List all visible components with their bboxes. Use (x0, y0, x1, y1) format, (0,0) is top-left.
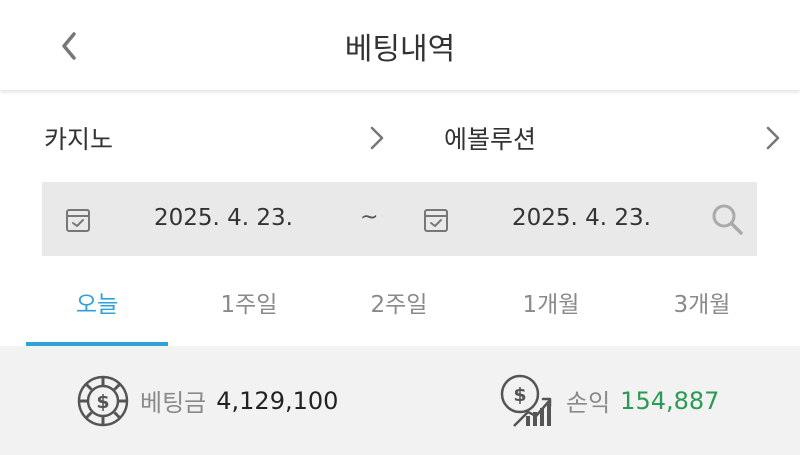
provider-select[interactable]: 에볼루션 (444, 110, 784, 166)
svg-text:$: $ (96, 391, 109, 413)
tab-today[interactable]: 오늘 (22, 262, 172, 342)
tab-2-weeks[interactable]: 2주일 (324, 262, 474, 342)
tab-1-week[interactable]: 1주일 (174, 262, 324, 342)
start-date-field[interactable]: 2025. 4. 23. (154, 200, 293, 236)
filter-row: 카지노 에볼루션 (0, 110, 800, 166)
profit-chart-icon: $ (500, 374, 552, 427)
calendar-check-icon[interactable] (64, 206, 92, 234)
calendar-check-icon[interactable] (422, 206, 450, 234)
tab-3-months[interactable]: 3개월 (627, 262, 777, 342)
svg-text:$: $ (513, 384, 526, 406)
tab-1-month[interactable]: 1개월 (476, 262, 626, 342)
date-separator: ~ (360, 205, 379, 230)
end-date-field[interactable]: 2025. 4. 23. (512, 200, 651, 236)
casino-chip-icon: $ (77, 375, 129, 426)
profit-label: 손익 (566, 389, 611, 417)
category-select[interactable]: 카지노 (44, 110, 384, 166)
page-title: 베팅내역 (344, 32, 456, 67)
chevron-right-icon (766, 126, 780, 150)
summary-bar: $ 베팅금 4,129,100 $ 손익 154,887 (0, 346, 800, 455)
bet-amount-value: 4,129,100 (216, 386, 339, 415)
bet-amount-summary: $ 베팅금 4,129,100 (76, 346, 338, 455)
period-tabs: 오늘 1주일 2주일 1개월 3개월 (0, 262, 800, 346)
profit-summary: $ 손익 154,887 (498, 346, 719, 455)
chevron-right-icon (370, 126, 384, 150)
date-range-bar: 2025. 4. 23. ~ 2025. 4. 23. (42, 182, 757, 256)
search-icon[interactable] (710, 202, 744, 236)
bet-amount-label: 베팅금 (140, 389, 207, 417)
category-label: 카지노 (44, 125, 114, 154)
profit-value: 154,887 (620, 386, 720, 415)
app-header: 베팅내역 (0, 0, 800, 90)
provider-label: 에볼루션 (444, 125, 537, 154)
